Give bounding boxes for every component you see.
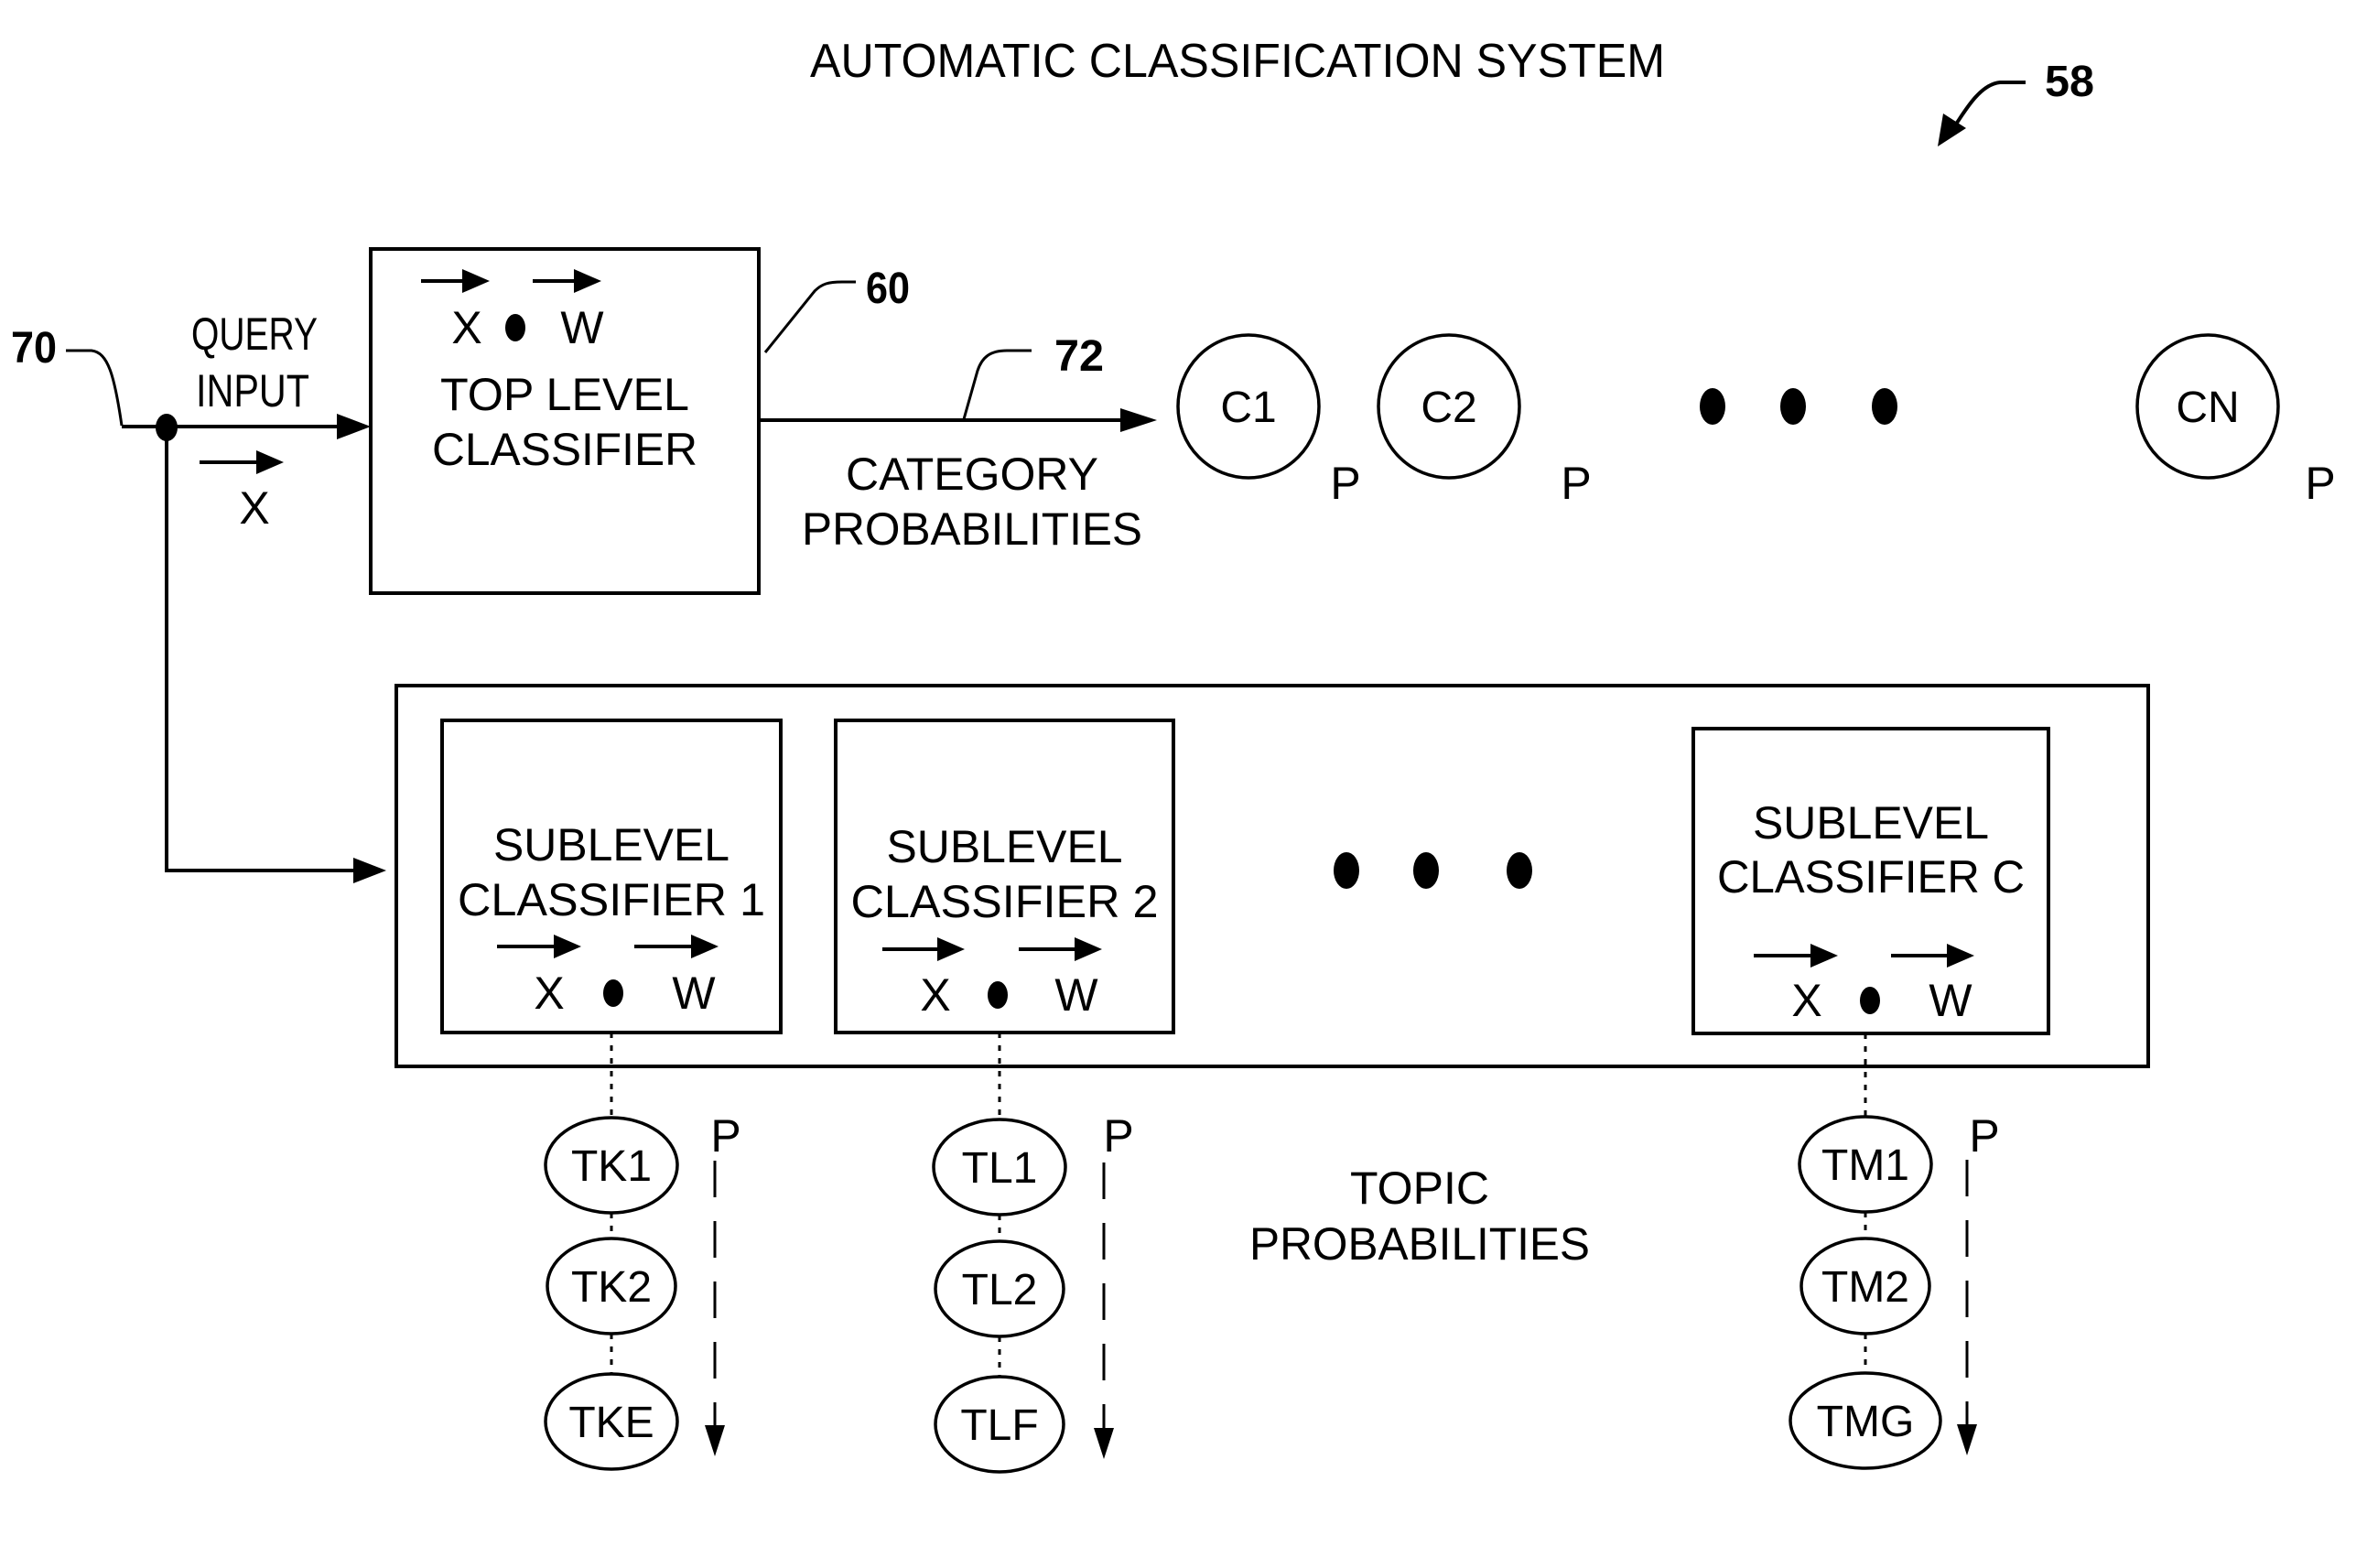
topic-node-tm2: TM2 — [1799, 1237, 1931, 1336]
category-probability-label: P — [1330, 458, 1360, 509]
query-vector-label: X — [239, 482, 269, 534]
top-vector-x: X — [451, 302, 481, 353]
category-probability-label: P — [2305, 458, 2335, 509]
category-nodes: C1 P C2 P CN P — [1176, 333, 2336, 509]
category-probabilities-label-line1: CATEGORY — [846, 449, 1098, 500]
sublevel-label-line2: CLASSIFIER 2 — [851, 876, 1159, 927]
category-node-cn: CN P — [2135, 333, 2336, 509]
ellipsis-dot — [1700, 388, 1725, 425]
reference-numeral-60: 60 — [866, 265, 910, 313]
reference-numeral-58: 58 — [2045, 58, 2094, 106]
top-level-classifier-label-line2: CLASSIFIER — [432, 424, 697, 475]
topic-probability-order-arrowhead — [1094, 1428, 1114, 1459]
category-label: C2 — [1421, 384, 1476, 432]
category-probabilities-label-line2: PROBABILITIES — [802, 503, 1142, 555]
query-vector-arrowhead — [256, 450, 284, 474]
automatic-classification-diagram: AUTOMATIC CLASSIFICATION SYSTEM 58 70 QU… — [0, 0, 2356, 1568]
topic-node-tm1: TM1 — [1798, 1115, 1933, 1214]
topic-label: TL1 — [962, 1144, 1038, 1193]
diagram-title: AUTOMATIC CLASSIFICATION SYSTEM — [810, 35, 1665, 88]
reference-leader-60 — [763, 280, 856, 353]
top-vector-w: W — [560, 302, 604, 353]
topic-node-tk1: TK1 — [544, 1116, 679, 1215]
sublevel-label-line2: CLASSIFIER 1 — [458, 874, 765, 925]
query-input-label-line2: INPUT — [196, 365, 309, 416]
topic-label: TM2 — [1821, 1263, 1909, 1312]
sublevel-vector-w: W — [672, 968, 716, 1019]
topic-node-tl2: TL2 — [934, 1239, 1065, 1338]
topic-label: TM1 — [1821, 1141, 1909, 1190]
topic-probability-label: P — [710, 1110, 740, 1162]
topic-node-tl1: TL1 — [932, 1118, 1067, 1217]
ellipsis-dot — [1872, 388, 1897, 425]
ellipsis-dot — [1334, 852, 1359, 889]
topic-label: TL2 — [962, 1266, 1038, 1314]
reference-numeral-72: 72 — [1054, 332, 1104, 381]
sublevel-vector-x: X — [1791, 975, 1821, 1026]
sublevel-vector-w: W — [1929, 975, 1972, 1026]
topic-node-tk2: TK2 — [546, 1237, 677, 1336]
topic-label: TK2 — [571, 1263, 652, 1312]
ellipsis-dot — [1413, 852, 1439, 889]
reference-leader-arrow-58 — [1951, 81, 2026, 132]
category-output: 72 CATEGORY PROBABILITIES — [759, 332, 1157, 555]
topic-node-tke: TKE — [544, 1372, 679, 1471]
topic-label: TLF — [960, 1401, 1038, 1450]
sublevel-vector-x: X — [534, 968, 564, 1019]
category-node-c2: C2 P — [1377, 333, 1592, 509]
query-input-arrowhead — [337, 414, 371, 439]
topic-node-tmg: TMG — [1789, 1371, 1942, 1470]
category-ellipsis — [1700, 388, 1897, 425]
sublevel-dot-product-icon — [603, 979, 623, 1007]
sublevel-dot-product-icon — [1860, 987, 1880, 1014]
sublevel-label-line1: SUBLEVEL — [887, 821, 1123, 872]
category-output-arrowhead — [1120, 408, 1157, 432]
category-label: CN — [2176, 384, 2239, 432]
sublevel-label-line1: SUBLEVEL — [493, 819, 729, 871]
category-label: C1 — [1220, 384, 1276, 432]
top-dot-product-icon — [505, 314, 525, 341]
topic-probability-label: P — [1969, 1110, 1999, 1162]
sublevel-vector-x: X — [920, 969, 950, 1021]
topic-probability-label: P — [1103, 1110, 1133, 1162]
top-level-classifier-label-line1: TOP LEVEL — [440, 369, 689, 420]
sublevel-classifier-2: SUBLEVELCLASSIFIER 2 X W TL1 TL2 TLF P — [834, 719, 1175, 1474]
top-level-classifier-box — [369, 247, 761, 595]
system-reference: 58 — [1938, 58, 2094, 146]
category-probability-label: P — [1561, 458, 1591, 509]
reference-leader-72 — [962, 349, 1032, 420]
category-node-c1: C1 P — [1176, 333, 1361, 509]
topic-probability-order-arrowhead — [705, 1425, 725, 1456]
query-branch-arrowhead — [353, 858, 386, 883]
sublevel-classifier-1: SUBLEVELCLASSIFIER 1 X W TK1 TK2 TKE P — [440, 719, 783, 1471]
sublevel-label-line2: CLASSIFIER C — [1717, 851, 2025, 903]
topic-label: TKE — [568, 1399, 654, 1447]
sublevel-dot-product-icon — [988, 981, 1008, 1009]
ellipsis-dot — [1780, 388, 1806, 425]
sublevel-vector-w: W — [1054, 969, 1098, 1021]
sublevel-classifier-3: SUBLEVELCLASSIFIER C X W TM1 TM2 TMG P — [1691, 727, 2050, 1470]
reference-numeral-70: 70 — [11, 324, 57, 373]
query-input-label-line1: QUERY — [191, 308, 318, 360]
topic-node-tlf: TLF — [934, 1375, 1065, 1474]
reference-leader-70 — [66, 349, 124, 427]
topic-probabilities-label-line1: TOPIC — [1350, 1162, 1489, 1214]
ellipsis-dot — [1507, 852, 1532, 889]
topic-probability-order-arrowhead — [1957, 1424, 1977, 1455]
topic-probabilities-label-line2: PROBABILITIES — [1249, 1218, 1590, 1270]
topic-label: TK1 — [571, 1142, 652, 1191]
topic-label: TMG — [1817, 1398, 1915, 1446]
query-input: 70 QUERY INPUT X — [11, 308, 386, 883]
query-junction-dot — [156, 414, 178, 441]
sublevel-label-line1: SUBLEVEL — [1753, 797, 1989, 849]
